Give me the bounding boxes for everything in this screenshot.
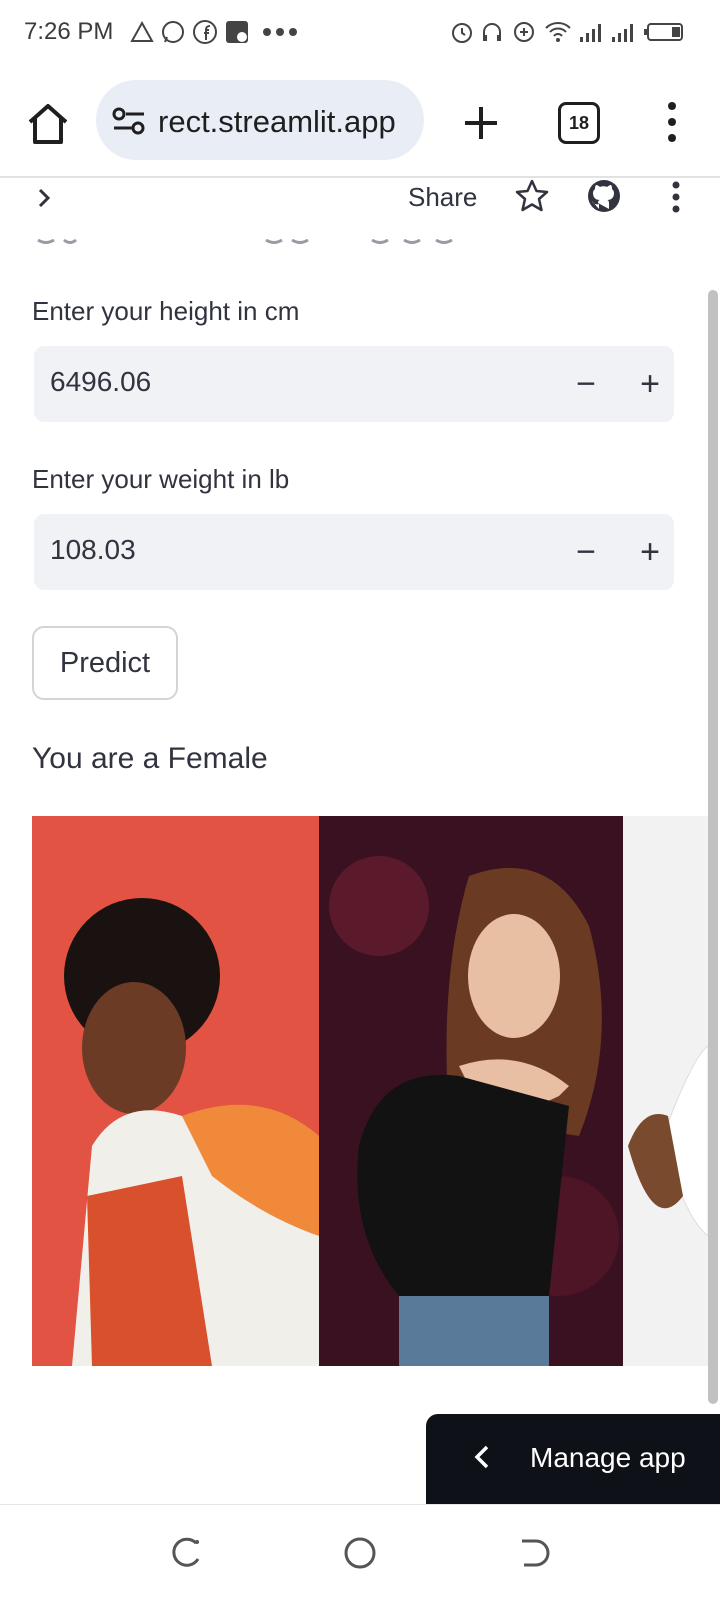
browser-toolbar: rect.streamlit.app 18 bbox=[0, 64, 720, 178]
height-input[interactable]: 6496.06 − + bbox=[34, 346, 674, 422]
weight-input[interactable]: 108.03 − + bbox=[34, 514, 674, 590]
clipped-title-fragment bbox=[36, 232, 476, 244]
photo-panel-third bbox=[623, 816, 708, 1366]
weight-increment-button[interactable]: + bbox=[626, 528, 674, 576]
home-icon[interactable] bbox=[22, 98, 74, 150]
wifi-icon bbox=[544, 18, 572, 46]
height-value[interactable]: 6496.06 bbox=[50, 366, 151, 398]
status-time: 7:26 PM bbox=[24, 18, 114, 45]
page-scrollbar[interactable] bbox=[708, 290, 718, 1404]
signal-icon bbox=[610, 18, 638, 46]
result-image bbox=[32, 816, 708, 1366]
browser-menu-icon[interactable] bbox=[662, 100, 682, 144]
alert-triangle-icon bbox=[130, 18, 154, 46]
height-decrement-button[interactable]: − bbox=[562, 360, 610, 408]
facebook-icon bbox=[192, 18, 218, 46]
photo-panel-posing-woman bbox=[319, 816, 623, 1366]
more-dots-icon bbox=[262, 18, 298, 46]
chevron-left-icon bbox=[468, 1442, 498, 1472]
manage-app-button[interactable]: Manage app bbox=[426, 1414, 720, 1504]
headphones-icon bbox=[480, 18, 504, 46]
predict-button[interactable]: Predict bbox=[32, 626, 178, 700]
battery-icon bbox=[644, 18, 684, 46]
system-nav-bar bbox=[0, 1504, 720, 1601]
whatsapp-icon bbox=[160, 18, 186, 46]
photo-panel-smiling-woman bbox=[32, 816, 319, 1366]
height-increment-button[interactable]: + bbox=[626, 360, 674, 408]
site-settings-icon[interactable] bbox=[112, 106, 146, 136]
weight-value[interactable]: 108.03 bbox=[50, 534, 136, 566]
recents-icon[interactable] bbox=[168, 1535, 204, 1571]
tab-switcher-button[interactable]: 18 bbox=[558, 102, 600, 144]
data-saver-icon bbox=[512, 18, 536, 46]
prediction-result: You are a Female bbox=[32, 742, 268, 775]
alarm-icon bbox=[450, 18, 474, 46]
url-bar[interactable]: rect.streamlit.app bbox=[96, 80, 424, 160]
app-header: Share bbox=[0, 178, 720, 244]
manage-app-label: Manage app bbox=[530, 1442, 686, 1473]
status-bar: 7:26 PM bbox=[0, 0, 720, 64]
signal-icon bbox=[578, 18, 606, 46]
back-icon[interactable] bbox=[516, 1535, 552, 1571]
weight-label: Enter your weight in lb bbox=[32, 464, 290, 494]
new-tab-icon[interactable] bbox=[456, 98, 506, 148]
photo-icon bbox=[224, 18, 250, 46]
home-nav-icon[interactable] bbox=[342, 1535, 378, 1571]
sidebar-expand-icon[interactable] bbox=[30, 184, 58, 212]
share-button[interactable]: Share bbox=[408, 182, 477, 213]
weight-decrement-button[interactable]: − bbox=[562, 528, 610, 576]
url-text[interactable]: rect.streamlit.app bbox=[158, 104, 396, 140]
height-label: Enter your height in cm bbox=[32, 296, 300, 326]
star-icon[interactable] bbox=[514, 178, 550, 214]
github-icon[interactable] bbox=[586, 178, 622, 214]
app-menu-icon[interactable] bbox=[668, 180, 684, 214]
